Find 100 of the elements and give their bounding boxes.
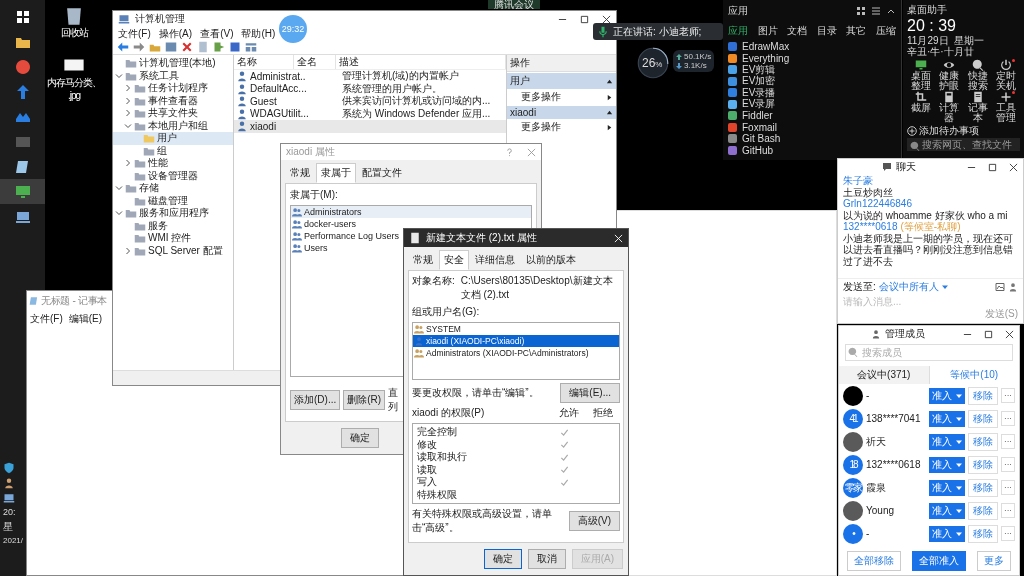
close-icon[interactable] [1005, 329, 1014, 339]
computer-icon[interactable] [3, 492, 15, 504]
tree-item[interactable]: 用户 [113, 132, 233, 145]
footer-button[interactable]: 更多 [977, 551, 1012, 571]
tab[interactable]: 其它 [846, 24, 867, 38]
dialog-button[interactable]: 取消 [527, 549, 566, 569]
tab[interactable]: 文档 [787, 24, 808, 38]
message-sender[interactable]: 132****0618 [843, 221, 898, 233]
menu-item[interactable]: 帮助(H) [240, 26, 277, 41]
tree-item[interactable]: 计算机管理(本地) [113, 57, 233, 70]
tree-item[interactable]: 事件查看器 [113, 94, 233, 107]
tree-item[interactable]: 磁盘管理 [113, 194, 233, 207]
tab[interactable]: 压缩 [875, 24, 896, 38]
more-button[interactable]: ··· [1001, 503, 1015, 518]
export-icon[interactable] [213, 41, 225, 53]
more-button[interactable]: ··· [1001, 457, 1015, 472]
tool-button[interactable]: 快捷搜索 [966, 59, 989, 91]
tool-button[interactable]: 健康护眼 [938, 59, 961, 91]
list-row[interactable]: Administrat.. 管理计算机(域)的内置帐户 [234, 70, 506, 83]
tree-item[interactable]: 任务计划程序 [113, 82, 233, 95]
tab[interactable]: 会议中(371) [839, 366, 929, 384]
tree-item[interactable]: 性能 [113, 157, 233, 170]
footer-button[interactable]: 全部准入 [912, 551, 966, 571]
caret-icon[interactable] [124, 96, 132, 105]
maximize-icon[interactable] [984, 329, 993, 339]
tree-item[interactable]: 存储 [113, 182, 233, 195]
forward-icon[interactable] [133, 41, 145, 53]
tab[interactable]: 图片 [757, 24, 778, 38]
tree-item[interactable]: SQL Server 配置 [113, 244, 233, 257]
group-item[interactable]: Administrators [291, 206, 531, 218]
maximize-icon[interactable] [988, 162, 997, 172]
dialog-button[interactable]: 确定 [483, 549, 522, 569]
tab[interactable]: 常规 [285, 163, 315, 183]
admit-button[interactable]: 准入 [929, 387, 965, 404]
shield-icon[interactable] [3, 462, 15, 474]
menu-item[interactable]: 编辑(E) [67, 312, 104, 326]
app-item[interactable]: Foxmail [728, 121, 896, 133]
tab[interactable]: 详细信息 [470, 250, 520, 270]
menu-item[interactable]: 文件(F) [117, 26, 152, 41]
app-item[interactable]: Git Bash [728, 133, 896, 145]
user-list-item[interactable]: xiaodi (XIAODI-PC\xiaodi) [413, 335, 619, 347]
action-section-header[interactable]: xiaodi [507, 106, 616, 119]
caret-icon[interactable] [956, 530, 962, 537]
list-row[interactable]: WDAGUtilit... 系统为 Windows Defender 应用... [234, 107, 506, 120]
tab[interactable]: 隶属于 [316, 163, 356, 183]
grid-icon[interactable] [856, 6, 866, 16]
tree-item[interactable]: 本地用户和组 [113, 119, 233, 132]
tree-item[interactable]: WMI 控件 [113, 232, 233, 245]
advanced-button[interactable]: 高级(V) [568, 511, 620, 531]
add-todo-button[interactable]: 添加待办事项 [907, 124, 1020, 138]
person-icon[interactable] [3, 477, 15, 489]
footer-button[interactable]: 全部移除 [846, 551, 901, 571]
app-item[interactable]: EV录屏 [728, 98, 896, 110]
caret-icon[interactable] [115, 71, 123, 80]
tool-button[interactable]: 桌面整理 [910, 59, 933, 91]
search-field[interactable]: 搜索网页、查找文件 [907, 138, 1020, 151]
caret-icon[interactable] [124, 159, 132, 168]
admit-button[interactable]: 准入 [929, 433, 965, 450]
tool-button[interactable]: 记事本 [966, 91, 989, 123]
tab[interactable]: 常规 [408, 250, 438, 270]
more-button[interactable]: ··· [1001, 388, 1015, 403]
caret-icon[interactable] [124, 246, 132, 255]
column-header[interactable]: 名称 [234, 55, 294, 69]
meeting-tab[interactable]: 腾讯会议 [488, 0, 540, 9]
tool-button[interactable]: 截屏 [910, 91, 933, 123]
admit-button[interactable]: 准入 [929, 479, 965, 496]
tool-button[interactable]: 计算器 [938, 91, 961, 123]
column-header[interactable]: 描述 [336, 55, 506, 69]
admit-button[interactable]: 准入 [929, 502, 965, 519]
dialog-button[interactable]: 添加(D)... [290, 390, 341, 410]
close-icon[interactable] [1009, 162, 1018, 172]
tree-item[interactable]: 设备管理器 [113, 169, 233, 182]
action-item[interactable]: 更多操作 [507, 89, 616, 105]
tab[interactable]: 应用 [728, 24, 748, 38]
edit-button[interactable]: 编辑(E)... [560, 383, 620, 403]
caret-icon[interactable] [941, 284, 948, 290]
more-button[interactable]: ··· [1001, 480, 1015, 495]
remove-button[interactable]: 移除 [968, 524, 998, 543]
remove-button[interactable]: 移除 [968, 432, 998, 451]
remove-button[interactable]: 移除 [968, 478, 998, 497]
admit-button[interactable]: 准入 [929, 410, 965, 427]
caret-icon[interactable] [115, 184, 123, 193]
back-icon[interactable] [117, 41, 129, 53]
column-header[interactable]: 全名 [294, 55, 336, 69]
caret-icon[interactable] [124, 84, 132, 93]
action-section-header[interactable]: 用户 [507, 73, 616, 89]
remove-button[interactable]: 移除 [968, 409, 998, 428]
view-icon[interactable] [245, 41, 257, 53]
tab[interactable]: 目录 [816, 24, 837, 38]
tab[interactable]: 安全 [439, 250, 469, 270]
help-icon[interactable] [229, 41, 241, 53]
console-icon[interactable] [165, 41, 177, 53]
menu-item[interactable]: 操作(A) [157, 26, 194, 41]
caret-icon[interactable] [115, 209, 123, 218]
caret-icon[interactable] [956, 415, 962, 422]
tab[interactable]: 以前的版本 [521, 250, 581, 270]
app-item[interactable]: EV加密 [728, 75, 896, 87]
tool-button[interactable]: 工具管理 [994, 91, 1017, 123]
message-sender[interactable]: 朱子豪 [843, 175, 873, 187]
menu-icon[interactable] [871, 6, 881, 16]
